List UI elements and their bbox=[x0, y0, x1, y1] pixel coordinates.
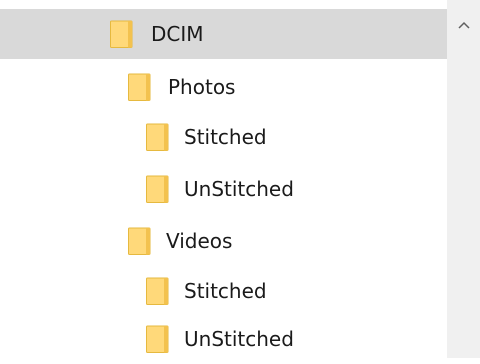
tree-item-label: UnStitched bbox=[184, 177, 294, 201]
folder-icon bbox=[146, 277, 169, 305]
tree-item-videos-unstitched[interactable]: UnStitched bbox=[0, 314, 447, 364]
folder-icon bbox=[146, 123, 169, 151]
tree-item-photos-stitched[interactable]: Stitched bbox=[0, 112, 447, 162]
tree-item-videos-stitched[interactable]: Stitched bbox=[0, 266, 447, 316]
scroll-up-button[interactable] bbox=[447, 0, 480, 50]
folder-tree: DCIM Photos Stitched UnStitched Videos S… bbox=[0, 0, 447, 358]
folder-icon bbox=[110, 20, 133, 48]
chevron-up-icon bbox=[457, 21, 470, 29]
vertical-scrollbar[interactable] bbox=[447, 0, 480, 358]
tree-item-photos-unstitched[interactable]: UnStitched bbox=[0, 164, 447, 214]
folder-icon bbox=[128, 73, 151, 101]
folder-icon bbox=[146, 175, 169, 203]
tree-item-dcim[interactable]: DCIM bbox=[0, 9, 447, 59]
tree-item-videos[interactable]: Videos bbox=[0, 216, 447, 266]
tree-item-label: Stitched bbox=[184, 279, 267, 303]
tree-item-label: Stitched bbox=[184, 125, 267, 149]
tree-item-label: Videos bbox=[166, 229, 233, 253]
tree-item-label: UnStitched bbox=[184, 327, 294, 351]
tree-item-label: Photos bbox=[168, 75, 236, 99]
folder-icon bbox=[146, 325, 169, 353]
tree-item-label: DCIM bbox=[151, 22, 204, 46]
tree-item-photos[interactable]: Photos bbox=[0, 62, 447, 112]
folder-icon bbox=[128, 227, 151, 255]
